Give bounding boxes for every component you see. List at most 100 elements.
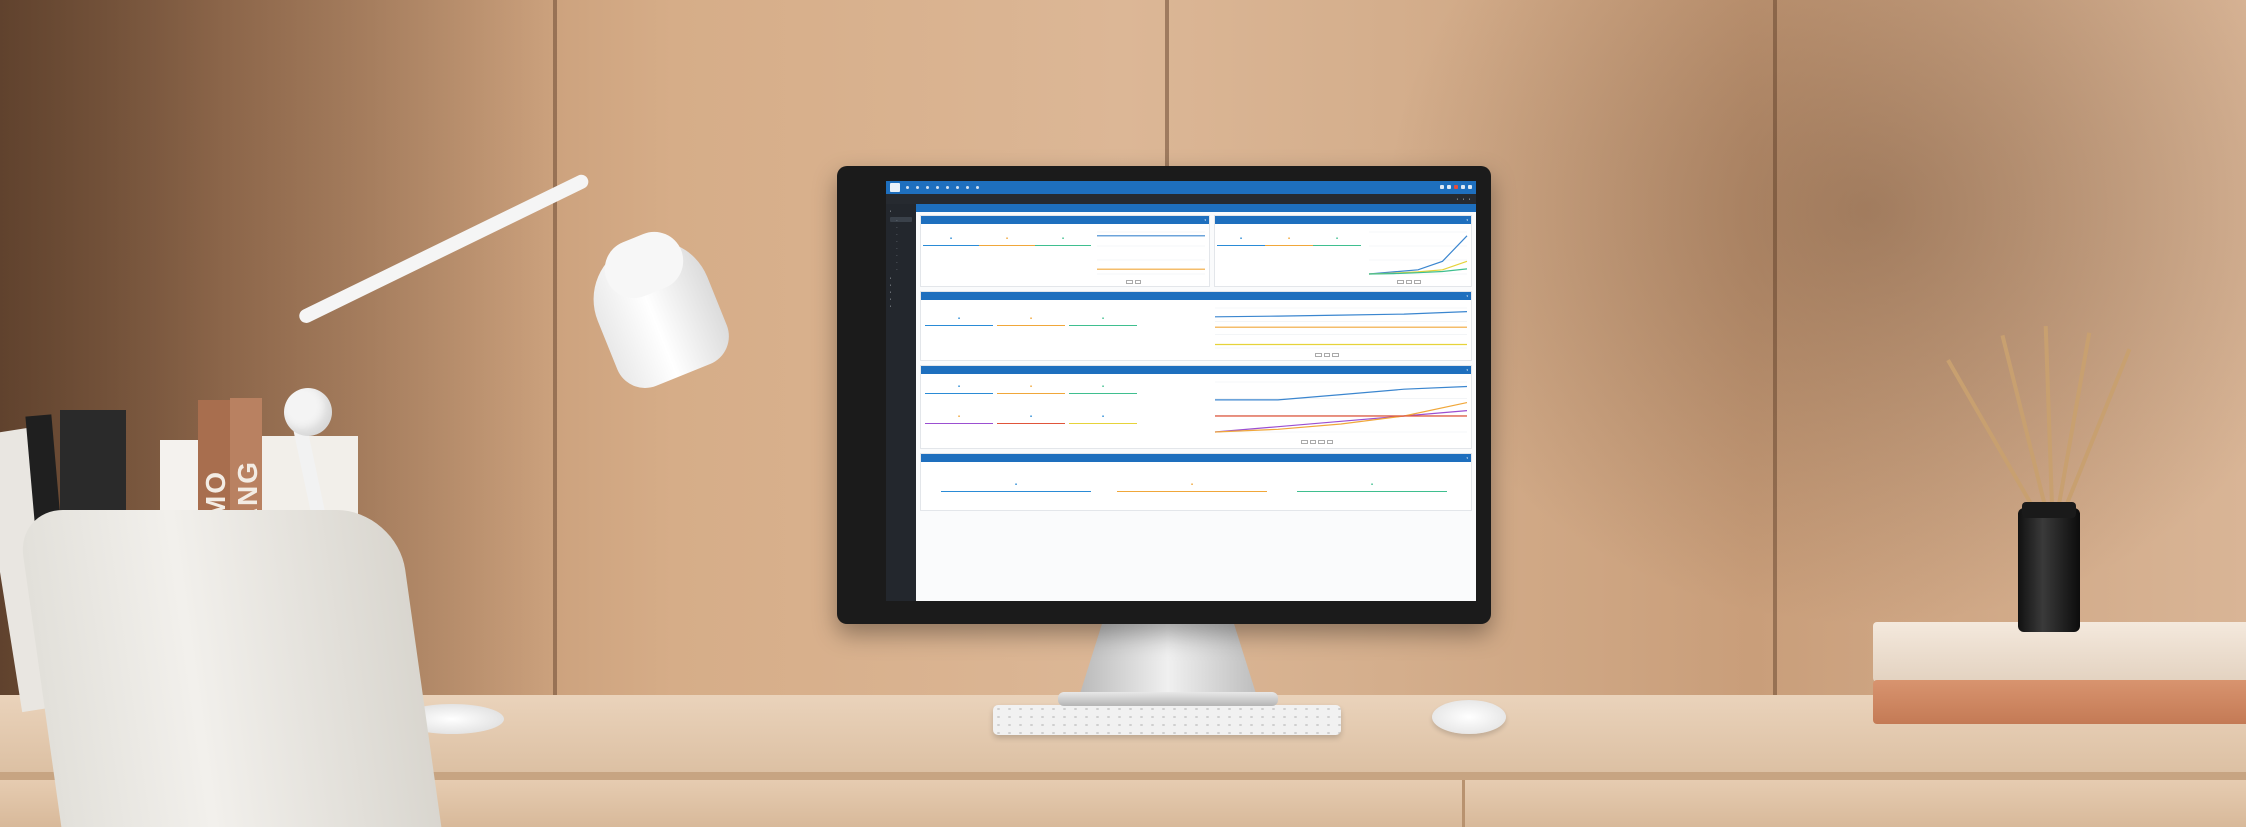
lamp-joint [284,388,332,436]
sidebar-subitem[interactable]: – [896,253,898,257]
stat-value: ▪ [1029,384,1033,390]
stat-value: ▪ [1029,414,1033,420]
legend-item[interactable] [1126,280,1133,284]
stat-bar [1035,245,1091,247]
legend-item[interactable] [1301,440,1308,444]
stat-block: ▪ [1069,380,1137,395]
series-line [1368,260,1468,275]
legend-item[interactable] [1134,280,1142,284]
sidebar-item[interactable]: ▪ [890,297,891,301]
mouse [1432,700,1506,734]
nav-item[interactable] [946,186,950,189]
collapse-icon[interactable]: ▾ [1204,218,1206,222]
sidebar-item[interactable]: ▪ [890,304,891,308]
stat-bar [941,491,1091,493]
stat-value: ▪ [1370,482,1374,488]
card-header: ▾ [921,366,1471,374]
legend-item[interactable] [1405,280,1413,284]
sidebar-subitem[interactable]: – [896,267,898,271]
settings-icon[interactable] [1461,185,1465,189]
sidebar-subitem[interactable]: – [896,225,898,229]
stat-bar [1069,393,1137,395]
legend-item[interactable] [1323,353,1331,357]
user-icon[interactable] [1468,185,1472,189]
alert-icon[interactable] [1454,185,1458,189]
stat-value: ▪ [1190,482,1194,488]
stat-value: ▪ [1101,316,1105,322]
stat-bar [1265,245,1313,247]
sidebar-item[interactable]: ▪ [890,276,891,280]
header-action-button[interactable]: ▪ [1469,197,1470,201]
sidebar-subitem[interactable]: – [896,218,898,222]
collapse-icon[interactable]: ▾ [1466,218,1468,222]
nav-item[interactable] [966,186,970,189]
header-action-button[interactable]: ▪ [1457,197,1458,201]
stat-value: ▪ [1335,236,1339,242]
legend-item[interactable] [1397,280,1404,284]
stat-value: ▪ [1029,316,1033,322]
series-line [1215,385,1468,401]
stat-block: ▪ [1069,410,1137,425]
nav-item[interactable] [956,186,960,189]
sidebar-item[interactable]: ▪ [890,209,891,213]
dashboard-card: ▾ ▪ ▪ ▪ [920,215,1210,287]
nav-item[interactable] [976,186,980,189]
header-action-button[interactable]: ▪ [1463,197,1464,201]
stat-bar [997,325,1065,327]
stat-bar [1313,245,1361,247]
card-header: ▾ [921,292,1471,300]
nav-item[interactable] [936,186,940,189]
nav-item[interactable] [926,186,930,189]
keyboard [993,705,1341,735]
nav-icon [906,186,909,189]
nav-icon [926,186,929,189]
dashboard-card: ▾ ▪ ▪ ▪ [920,453,1472,511]
stat-block: ▪ [1297,478,1447,493]
stat-bar [1069,423,1137,425]
sidebar-active-highlight [890,217,912,222]
app-logo-icon[interactable] [890,183,900,192]
search-icon[interactable] [1440,185,1444,189]
card-header: ▾ [921,454,1471,462]
nav-item[interactable] [916,186,920,189]
collapse-icon[interactable]: ▾ [1466,456,1468,460]
stat-value: ▪ [957,414,961,420]
dashboard-card: ▾ ▪ ▪ ▪ [1214,215,1472,287]
legend-item[interactable] [1318,440,1325,444]
sub-header-bar: ▪ ▪ ▪ [886,194,1476,204]
sidebar-item[interactable]: ▪ [890,290,891,294]
chart-legend [1301,440,1334,444]
nav-icon [916,186,919,189]
stat-bar [1069,325,1137,327]
stat-value: ▪ [949,236,953,242]
chart-legend [1126,280,1142,284]
office-scene: MO ANG ▪ ▪ ▪ ▪ – – – – – – – – ▪ ▪ ▪ ▪ ▪… [0,0,2246,827]
stat-block: ▪ [979,232,1035,247]
stat-block: ▪ [1313,232,1361,247]
sidebar-item[interactable]: ▪ [890,283,891,287]
stat-value: ▪ [1287,236,1291,242]
nav-item[interactable] [906,186,910,189]
legend-item[interactable] [1309,440,1317,444]
stat-value: ▪ [957,316,961,322]
nav-icon [956,186,959,189]
stat-bar [997,423,1065,425]
sidebar-subitem[interactable]: – [896,246,898,250]
nav-icon [976,186,979,189]
collapse-icon[interactable]: ▾ [1466,294,1468,298]
top-icon-group [1440,185,1472,189]
header-actions: ▪ ▪ ▪ [1457,197,1470,201]
sidebar-subitem[interactable]: – [896,239,898,243]
notification-icon[interactable] [1447,185,1451,189]
collapse-icon[interactable]: ▾ [1466,368,1468,372]
legend-item[interactable] [1315,353,1322,357]
sidebar-subitem[interactable]: – [896,260,898,264]
stat-block: ▪ [1265,232,1313,247]
line-chart [1214,381,1468,433]
stat-block: ▪ [997,380,1065,395]
sidebar-subitem[interactable]: – [896,232,898,236]
legend-item[interactable] [1414,280,1421,284]
legend-item[interactable] [1332,353,1339,357]
chart-legend [1315,353,1339,357]
legend-item[interactable] [1326,440,1334,444]
